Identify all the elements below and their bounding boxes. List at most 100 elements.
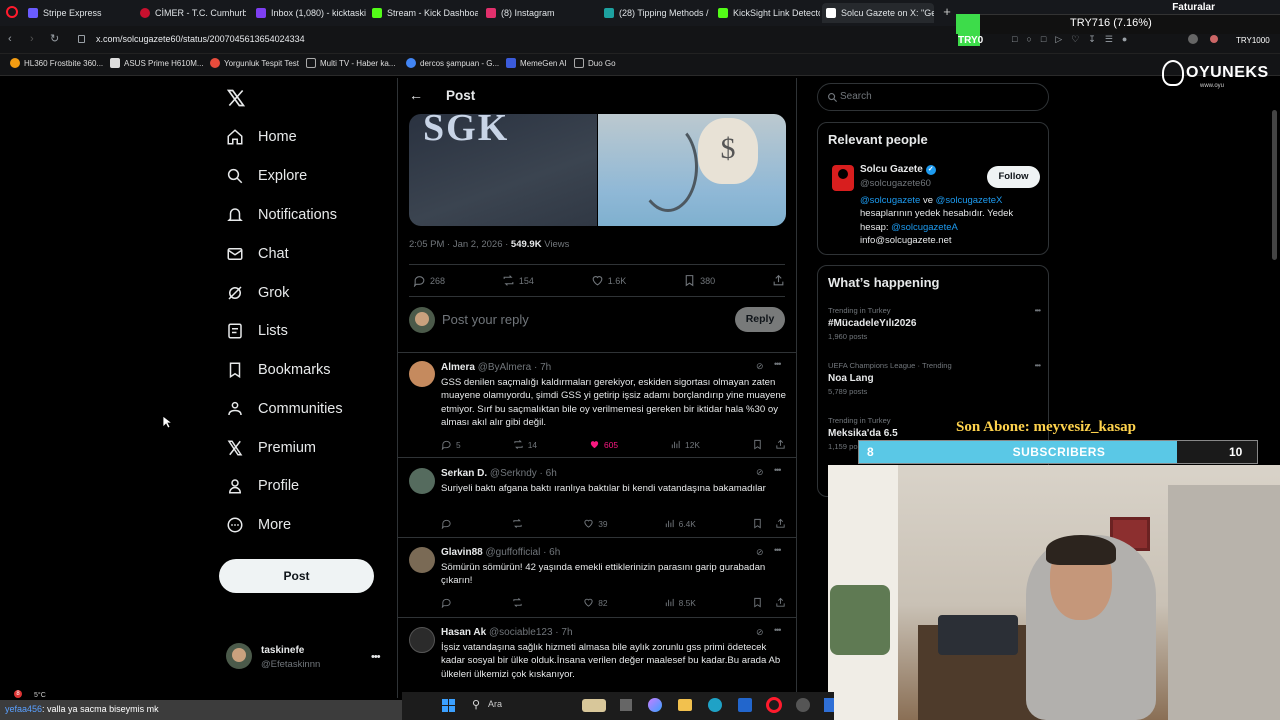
like-action[interactable]: 82 — [583, 597, 608, 608]
nav-lists[interactable]: Lists — [226, 322, 288, 340]
nav-more[interactable]: More — [226, 516, 291, 534]
app-icon[interactable] — [824, 698, 834, 712]
more-icon[interactable]: ••• — [1035, 306, 1041, 315]
repost-action[interactable]: 154 — [502, 274, 534, 287]
bio-link[interactable]: @solcugazeteA — [891, 222, 958, 233]
tab-2[interactable]: Inbox (1,080) - kicktaskin — [252, 3, 366, 23]
account-more-icon[interactable]: ••• — [371, 651, 381, 663]
back-icon[interactable]: ‹ — [8, 33, 12, 45]
toolbar-icons[interactable]: □○□▷♡↧☰● — [1012, 34, 1136, 45]
tab-6[interactable]: KickSight Link Detector — [714, 3, 820, 23]
account-avatar[interactable] — [226, 643, 252, 669]
trend-item[interactable]: UEFA Champions League · Trending Noa Lan… — [828, 361, 1041, 396]
nav-communities[interactable]: Communities — [226, 400, 343, 418]
taskbar-search[interactable]: Ara — [488, 699, 502, 709]
repost-action[interactable] — [512, 518, 527, 529]
bookmark-5[interactable]: MemeGen AI — [506, 58, 567, 68]
relevant-name[interactable]: Solcu Gazete ✓ — [860, 164, 936, 175]
grok-icon[interactable]: ⊘ — [756, 627, 764, 638]
more-icon[interactable]: ••• — [774, 359, 782, 369]
profile-icon[interactable] — [1188, 34, 1198, 44]
bookmark-3[interactable]: Multi TV - Haber ka... — [306, 58, 395, 68]
back-arrow-icon[interactable]: ← — [409, 87, 423, 103]
comment-action[interactable]: 5 — [441, 439, 461, 450]
obs-icon[interactable] — [796, 698, 810, 712]
reload-icon[interactable]: ↻ — [50, 32, 59, 45]
post-image-right[interactable]: $ — [598, 114, 786, 226]
like-action[interactable]: 605 — [589, 439, 618, 450]
store-icon[interactable] — [738, 698, 752, 712]
like-action[interactable]: 1.6K — [591, 274, 626, 287]
more-icon[interactable]: ••• — [1035, 361, 1041, 370]
url-input[interactable]: x.com/solcugazete60/status/2007045613654… — [96, 34, 305, 44]
page-scrollbar[interactable] — [1272, 110, 1277, 260]
more-icon[interactable]: ••• — [774, 465, 782, 475]
reply-action[interactable]: 268 — [413, 274, 445, 287]
solcu-avatar[interactable] — [832, 165, 854, 191]
nav-grok[interactable]: Grok — [226, 284, 289, 302]
views-action[interactable]: 12K — [670, 439, 700, 450]
grok-icon[interactable]: ⊘ — [756, 467, 764, 478]
tab-active[interactable]: Solcu Gazete on X: "Gene — [822, 3, 934, 23]
bookmark-4[interactable]: dercos şampuan - G... — [406, 58, 499, 68]
comment-action[interactable] — [441, 518, 456, 529]
repost-action[interactable] — [512, 597, 527, 608]
reply-item[interactable]: Glavin88 @guffofficial · 6h ⊘ ••• Sömürü… — [398, 539, 796, 618]
copilot-icon[interactable] — [648, 698, 662, 712]
extension-icon[interactable] — [1210, 35, 1218, 43]
nav-explore[interactable]: Explore — [226, 167, 307, 185]
file-explorer-icon[interactable] — [678, 699, 692, 711]
reply-item[interactable]: Almera @ByAlmera · 7h ⊘ ••• GSS denilen … — [398, 353, 796, 458]
post-button[interactable]: Post — [219, 559, 374, 593]
more-icon[interactable]: ••• — [774, 625, 782, 635]
tab-0[interactable]: Stripe Express — [24, 3, 132, 23]
nav-notifications[interactable]: Notifications — [226, 206, 337, 224]
x-logo-icon[interactable] — [226, 88, 246, 108]
new-tab-icon[interactable]: + — [940, 5, 954, 19]
bookmark-0[interactable]: HL360 Frostbite 360... — [10, 58, 103, 68]
comment-action[interactable] — [441, 597, 456, 608]
share-action[interactable] — [772, 274, 785, 287]
grok-icon[interactable]: ⊘ — [756, 547, 764, 558]
reply-button[interactable]: Reply — [735, 307, 785, 332]
reply-item[interactable]: Hasan Ak @sociable123 · 7h ⊘ ••• İşsiz v… — [398, 619, 796, 698]
nav-premium[interactable]: Premium — [226, 439, 316, 457]
bookmark-6[interactable]: Duo Go — [574, 58, 616, 68]
views-action[interactable]: 8.5K — [664, 597, 696, 608]
opera-taskbar-icon[interactable] — [766, 697, 782, 713]
bookmark-action[interactable] — [752, 439, 786, 450]
bookmark-action[interactable] — [752, 597, 786, 608]
edge-icon[interactable] — [708, 698, 722, 712]
windows-start-icon[interactable] — [442, 699, 455, 712]
bookmark-action[interactable] — [752, 518, 786, 529]
tab-3[interactable]: Stream - Kick Dashboard — [368, 3, 478, 23]
post-image-left[interactable]: SGK — [409, 114, 597, 226]
follow-button[interactable]: Follow — [987, 166, 1040, 188]
grok-icon[interactable]: ⊘ — [756, 361, 764, 372]
bio-link[interactable]: @solcugazete — [860, 195, 920, 206]
more-icon[interactable]: ••• — [774, 545, 782, 555]
taskbar-search-icon[interactable]: ⚲ — [472, 698, 480, 711]
trend-item[interactable]: Trending in Turkey #MücadeleYılı2026 1,9… — [828, 306, 1041, 341]
tab-4[interactable]: (8) Instagram — [482, 3, 592, 23]
bio-link[interactable]: @solcugazeteX — [936, 195, 1003, 206]
search-box[interactable]: Search — [817, 83, 1049, 111]
forward-icon[interactable]: › — [30, 33, 34, 45]
widgets-icon[interactable] — [582, 699, 606, 712]
task-view-icon[interactable] — [620, 699, 632, 711]
tab-5[interactable]: (28) Tipping Methods / St — [600, 3, 710, 23]
repost-action[interactable]: 14 — [513, 439, 537, 450]
bookmark-1[interactable]: ASUS Prime H610M... — [110, 58, 204, 68]
views-action[interactable]: 6.4K — [664, 518, 696, 529]
nav-profile[interactable]: Profile — [226, 477, 299, 495]
bookmark-action[interactable]: 380 — [683, 274, 715, 287]
reply-item[interactable]: Serkan D. @Serkndy · 6h ⊘ ••• Suriyeli b… — [398, 459, 796, 538]
nav-chat[interactable]: Chat — [226, 245, 289, 263]
opera-icon[interactable] — [6, 6, 18, 18]
like-action[interactable]: 39 — [583, 518, 608, 529]
reply-input[interactable]: Post your reply — [442, 312, 529, 327]
tab-1[interactable]: CİMER - T.C. Cumhurbaşk — [136, 3, 246, 23]
search-input[interactable]: Search — [840, 91, 872, 102]
bookmark-2[interactable]: Yorgunluk Tespit Test — [210, 58, 299, 68]
nav-bookmarks[interactable]: Bookmarks — [226, 361, 331, 379]
